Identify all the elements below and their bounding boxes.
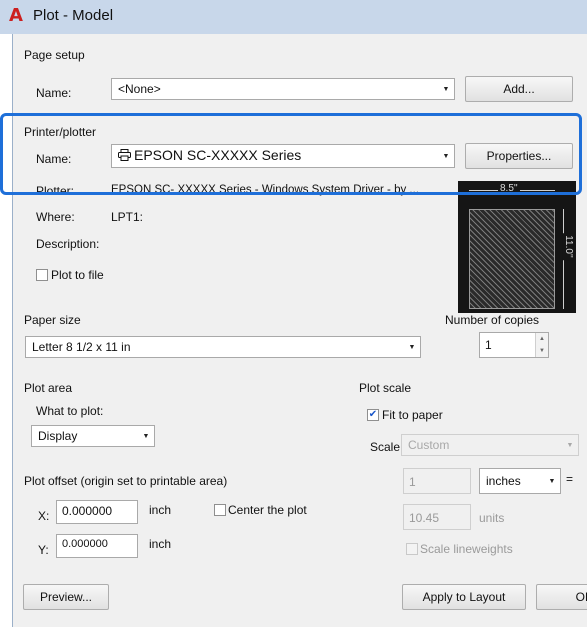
offset-x-input[interactable]: 0.000000 — [56, 500, 138, 524]
plotter-value: EPSON SC- XXXXX Series - Windows System … — [111, 184, 420, 196]
paper-size-select[interactable]: Letter 8 1/2 x 11 in ▼ — [25, 336, 421, 358]
preview-button[interactable]: Preview... — [23, 584, 109, 610]
center-plot-label: Center the plot — [228, 503, 307, 517]
dropdown-arrow-icon: ▼ — [142, 432, 150, 440]
where-value: LPT1: — [111, 210, 144, 224]
printer-icon — [118, 149, 131, 161]
page-setup-name-value: <None> — [118, 82, 161, 96]
paper-width-label: 8.5'' — [498, 183, 520, 194]
copies-section-label: Number of copies — [445, 313, 540, 327]
window-title: Plot - Model — [33, 7, 114, 24]
offset-x-label: X: — [38, 509, 50, 523]
plot-to-file-label: Plot to file — [51, 268, 104, 282]
fit-to-paper-label: Fit to paper — [382, 408, 443, 422]
dropdown-arrow-icon: ▼ — [442, 85, 450, 93]
copies-value: 1 — [485, 338, 492, 352]
printer-section-label: Printer/plotter — [24, 125, 97, 139]
scale-unit-select[interactable]: inches ▼ — [479, 468, 561, 494]
scale-equals-sign: = — [566, 472, 574, 486]
plotter-label: Plotter: — [36, 184, 75, 198]
copies-input[interactable]: 1 ▲ ▼ — [479, 332, 549, 358]
page-setup-name-label: Name: — [36, 86, 72, 100]
plot-scale-section-label: Plot scale — [359, 381, 412, 395]
plot-dialog: Page setup Name: <None> ▼ Add... Printer… — [12, 34, 587, 627]
printer-name-text: EPSON SC-XXXXX Series — [134, 147, 302, 163]
scale-value2-input[interactable]: 10.45 — [403, 504, 471, 530]
autocad-logo-icon: A — [9, 5, 23, 26]
offset-x-unit: inch — [149, 503, 172, 517]
printer-name-label: Name: — [36, 152, 72, 166]
scale-value1-input[interactable]: 1 — [403, 468, 471, 494]
offset-y-label: Y: — [38, 543, 49, 557]
dropdown-arrow-icon: ▼ — [566, 441, 574, 449]
dropdown-arrow-icon: ▼ — [548, 477, 556, 485]
add-page-setup-button[interactable]: Add... — [465, 76, 573, 102]
paper-size-section-label: Paper size — [24, 313, 81, 327]
plot-offset-section-label: Plot offset (origin set to printable are… — [24, 474, 228, 488]
printable-area-hatch — [469, 209, 555, 309]
dropdown-arrow-icon: ▼ — [442, 152, 450, 160]
printer-name-select[interactable]: EPSON SC-XXXXX Series ▼ — [111, 144, 455, 168]
dropdown-arrow-icon: ▼ — [408, 343, 416, 351]
spin-up-icon[interactable]: ▲ — [539, 336, 545, 342]
properties-button[interactable]: Properties... — [465, 143, 573, 169]
paper-height-label: 11.0'' — [562, 233, 574, 260]
what-to-plot-select[interactable]: Display ▼ — [31, 425, 155, 447]
printer-name-value: EPSON SC-XXXXX Series — [118, 147, 301, 163]
apply-to-layout-button[interactable]: Apply to Layout — [402, 584, 526, 610]
what-to-plot-label: What to plot: — [36, 404, 104, 418]
scale-select[interactable]: Custom ▼ — [401, 434, 579, 456]
scale-label: Scale: — [370, 440, 404, 454]
where-label: Where: — [36, 210, 75, 224]
fit-to-paper-checkbox[interactable]: ✔ — [367, 409, 379, 421]
page-setup-name-select[interactable]: <None> ▼ — [111, 78, 455, 100]
copies-spinner[interactable]: ▲ ▼ — [535, 333, 548, 357]
spin-down-icon[interactable]: ▼ — [539, 348, 545, 354]
scale-lineweights-checkbox[interactable] — [406, 543, 418, 555]
scale-value: Custom — [408, 438, 450, 452]
ok-button[interactable]: OK — [536, 584, 587, 610]
offset-y-input[interactable]: 0.000000 — [56, 534, 138, 558]
scale-lineweights-label: Scale lineweights — [420, 542, 513, 556]
description-label: Description: — [36, 237, 100, 251]
center-plot-checkbox[interactable] — [214, 504, 226, 516]
paper-size-value: Letter 8 1/2 x 11 in — [32, 340, 131, 354]
what-to-plot-value: Display — [38, 429, 78, 443]
title-bar: A Plot - Model — [0, 0, 587, 34]
plot-to-file-checkbox[interactable] — [36, 269, 48, 281]
scale-units-label: units — [479, 511, 505, 525]
plot-area-section-label: Plot area — [24, 381, 73, 395]
offset-y-unit: inch — [149, 537, 172, 551]
paper-preview: 8.5'' 11.0'' — [458, 181, 576, 313]
page-setup-section-label: Page setup — [24, 48, 85, 62]
scale-unit-value: inches — [486, 474, 521, 488]
